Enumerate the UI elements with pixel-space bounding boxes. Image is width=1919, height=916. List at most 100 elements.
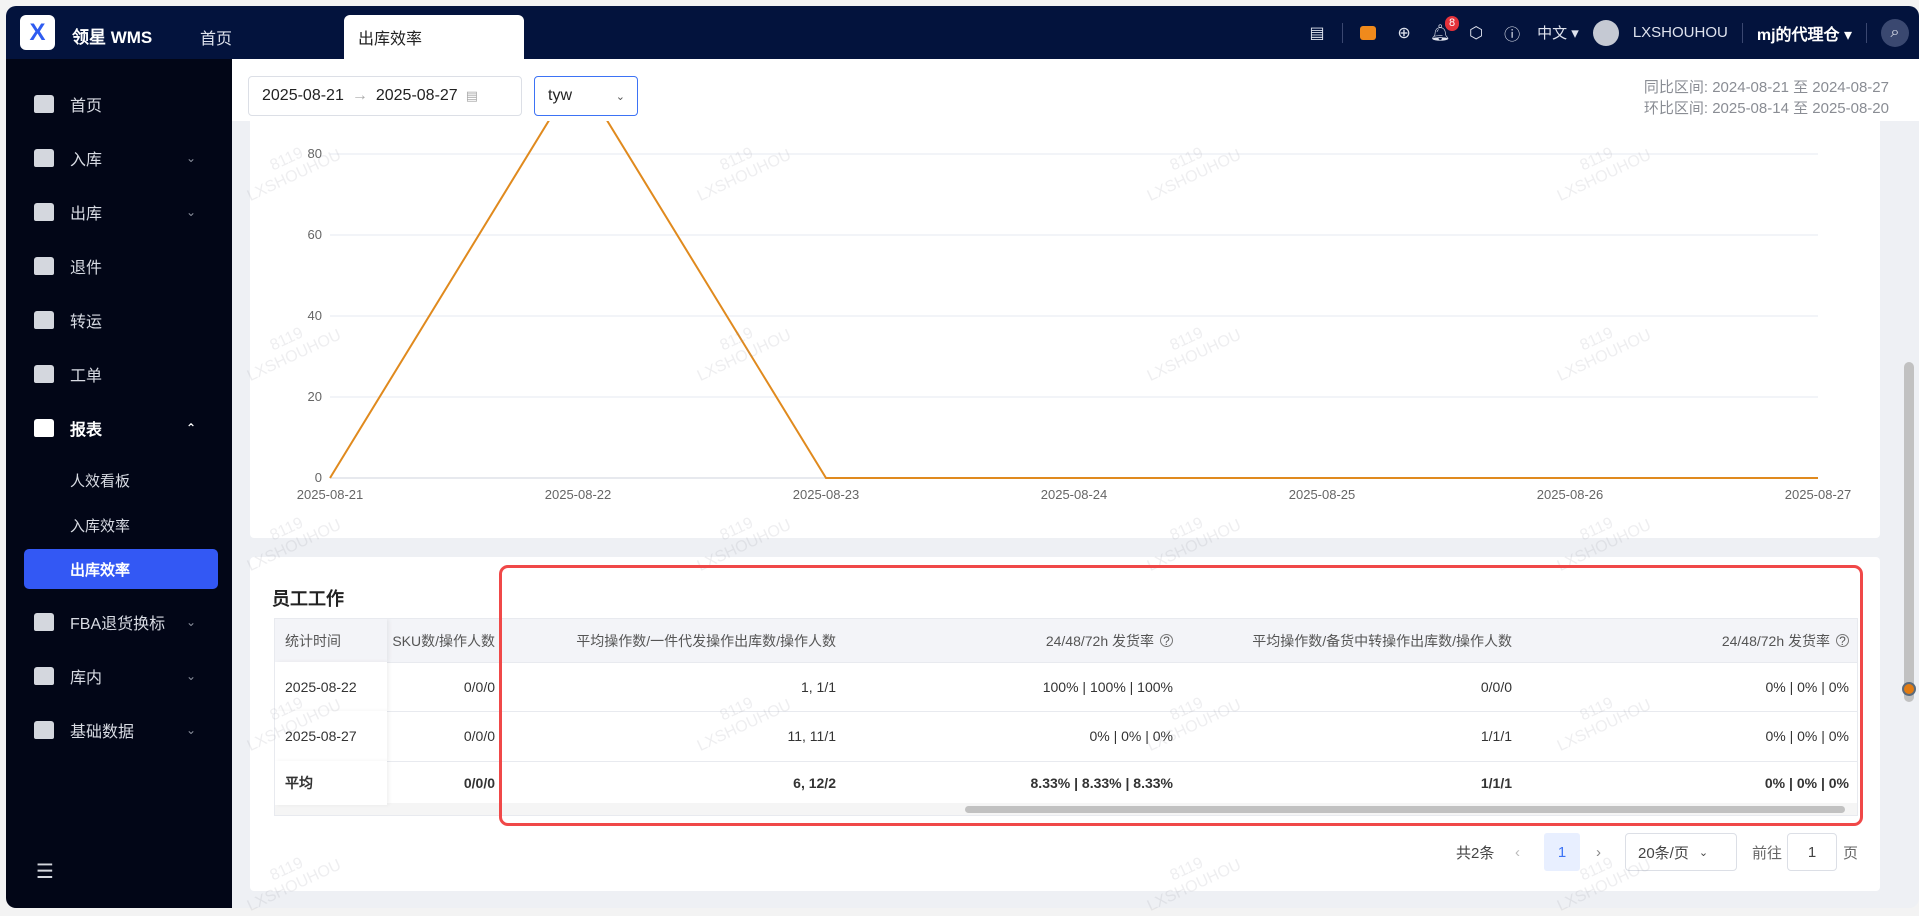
- table-cell: 6, 12/2: [505, 761, 846, 805]
- help-icon[interactable]: ⓘ: [1501, 22, 1523, 44]
- sidebar-item-label: 入库: [70, 146, 102, 170]
- table-cell: 1/1/1: [1183, 711, 1522, 761]
- table-cell: 0/0/0: [1183, 662, 1522, 711]
- sidebar-item-label: 首页: [70, 92, 102, 116]
- sidebar-item-fba-relabel[interactable]: FBA退货换标⌄: [6, 600, 232, 644]
- scroll-indicator-icon: [1902, 682, 1916, 696]
- table-cell: 1, 1/1: [505, 662, 846, 711]
- top-bar: X 领星 WMS 首页 出库效率 ▤ ⊕ 🔔︎8 ⬡ ⓘ 中文 ▾ LXSHOU…: [6, 6, 1919, 59]
- arrow-icon: →: [352, 87, 368, 105]
- pagination-total: 共2条: [1456, 833, 1494, 871]
- avatar[interactable]: [1593, 20, 1619, 46]
- table-cell: 0% | 0% | 0%: [1522, 711, 1858, 761]
- sidebar-item-label: 基础数据: [70, 718, 134, 742]
- header-transfer-avg: 平均操作数/备货中转操作出库数/操作人数: [1183, 619, 1522, 662]
- chart-card: 0204060802025-08-212025-08-222025-08-232…: [250, 71, 1880, 538]
- sidebar-item-label: 出库: [70, 200, 102, 224]
- help-icon[interactable]: ?: [1160, 634, 1173, 647]
- prev-page-icon[interactable]: ‹: [1515, 833, 1520, 871]
- line-chart: 0204060802025-08-212025-08-222025-08-232…: [250, 71, 1880, 538]
- table-cell: 0% | 0% | 0%: [846, 711, 1183, 761]
- header-dropship-avg: 平均操作数/一件代发操作出库数/操作人数: [505, 619, 846, 662]
- end-date[interactable]: 2025-08-27: [376, 87, 458, 105]
- filter-bar: 2025-08-21 → 2025-08-27 ▤ tyw⌄ 同比区间: 202…: [232, 59, 1919, 121]
- help-icon[interactable]: ?: [1836, 634, 1849, 647]
- warehouse-select[interactable]: tyw⌄: [534, 76, 638, 116]
- search-icon[interactable]: ⌕: [1881, 19, 1909, 47]
- table-cell: 100% | 100% | 100%: [846, 662, 1183, 711]
- column-header: 平均操作数/一件代发操作出库数/操作人数: [576, 631, 836, 651]
- header-stat-time: 统计时间: [275, 619, 387, 662]
- sidebar-item-label: 入库效率: [70, 515, 130, 536]
- inbound-icon: [34, 149, 54, 167]
- sidebar-item-returns[interactable]: 退件: [6, 244, 232, 288]
- tab-home[interactable]: 首页: [186, 15, 246, 59]
- sidebar-item-inbound[interactable]: 入库⌄: [6, 136, 232, 180]
- goto-page-input[interactable]: 1: [1787, 833, 1837, 871]
- table-cell: 2025-08-27: [275, 711, 387, 761]
- scrollbar-thumb[interactable]: [1904, 362, 1914, 702]
- sidebar-item-transfer[interactable]: 转运: [6, 298, 232, 342]
- page-unit-label: 页: [1843, 833, 1858, 871]
- language-select[interactable]: 中文 ▾: [1537, 22, 1579, 43]
- settings-icon[interactable]: ⬡: [1465, 22, 1487, 44]
- start-date[interactable]: 2025-08-21: [262, 87, 344, 105]
- x-tick-label: 2025-08-26: [1537, 487, 1604, 502]
- sidebar-item-label: 报表: [70, 416, 102, 440]
- series-line: [330, 73, 1818, 478]
- date-range-picker[interactable]: 2025-08-21 → 2025-08-27 ▤: [248, 76, 522, 116]
- tab-outbound-efficiency[interactable]: 出库效率: [344, 15, 524, 59]
- x-tick-label: 2025-08-25: [1289, 487, 1356, 502]
- chevron-down-icon: ⌄: [1699, 846, 1708, 859]
- page-size-select[interactable]: 20条/页⌄: [1625, 833, 1737, 871]
- x-tick-label: 2025-08-21: [297, 487, 364, 502]
- sidebar-item-staff-dashboard[interactable]: 人效看板: [6, 458, 232, 502]
- table-icon: [34, 721, 54, 739]
- transfer-icon: [34, 311, 54, 329]
- inbox-icon[interactable]: ▤: [1306, 22, 1328, 44]
- sidebar-item-inbound-efficiency[interactable]: 入库效率: [6, 503, 232, 547]
- warehouse-switcher[interactable]: mj的代理仓 ▾: [1757, 21, 1852, 45]
- sidebar-item-label: 退件: [70, 254, 102, 278]
- collapse-menu-icon[interactable]: ☰: [36, 859, 54, 884]
- sidebar-item-label: 库内: [70, 664, 102, 688]
- divider: [1342, 23, 1343, 43]
- table-cell: 0% | 0% | 0%: [1522, 662, 1858, 711]
- chevron-down-icon: ⌄: [186, 723, 196, 737]
- username[interactable]: LXSHOUHOU: [1633, 24, 1728, 41]
- sidebar: 首页 入库⌄ 出库⌄ 退件 转运 工单 报表⌃ 人效看板 入库效率 出库效率 F…: [6, 59, 232, 908]
- y-tick-label: 60: [308, 227, 322, 242]
- sidebar-item-outbound[interactable]: 出库⌄: [6, 190, 232, 234]
- table-cell: 11, 11/1: [505, 711, 846, 761]
- sidebar-item-in-warehouse[interactable]: 库内 ⌄: [6, 654, 232, 698]
- chart-icon: [34, 419, 54, 437]
- calendar-icon: ▤: [466, 88, 478, 104]
- page-1-button[interactable]: 1: [1544, 833, 1580, 871]
- bell-icon[interactable]: 🔔︎8: [1429, 22, 1451, 44]
- download-icon[interactable]: ⊕: [1393, 22, 1415, 44]
- chevron-down-icon: ⌄: [186, 669, 196, 683]
- header-dropship-rate: 24/48/72h 发货率?: [846, 619, 1183, 662]
- chevron-down-icon: ⌄: [186, 615, 196, 629]
- outbound-icon: [34, 203, 54, 221]
- home-icon: [34, 95, 54, 113]
- horizontal-scrollbar[interactable]: [275, 803, 1857, 815]
- x-tick-label: 2025-08-27: [1785, 487, 1852, 502]
- section-title: 员工工作: [272, 585, 344, 611]
- table-cell: 8.33% | 8.33% | 8.33%: [846, 761, 1183, 805]
- sidebar-item-basic-data[interactable]: 基础数据 ⌄: [6, 708, 232, 752]
- sidebar-item-outbound-efficiency[interactable]: 出库效率: [24, 549, 218, 589]
- divider: [1866, 23, 1867, 43]
- work-order-icon: [34, 365, 54, 383]
- sidebar-item-work-order[interactable]: 工单: [6, 352, 232, 396]
- column-header: 24/48/72h 发货率: [1722, 631, 1830, 651]
- sidebar-item-reports[interactable]: 报表⌃: [6, 406, 232, 450]
- page-scrollbar[interactable]: [1903, 60, 1915, 900]
- sidebar-item-home[interactable]: 首页: [6, 82, 232, 126]
- sidebar-item-label: 转运: [70, 308, 102, 332]
- scrollbar-thumb[interactable]: [965, 806, 1845, 813]
- x-tick-label: 2025-08-24: [1041, 487, 1108, 502]
- x-tick-label: 2025-08-23: [793, 487, 860, 502]
- robot-icon[interactable]: [1357, 22, 1379, 44]
- next-page-icon[interactable]: ›: [1596, 833, 1601, 871]
